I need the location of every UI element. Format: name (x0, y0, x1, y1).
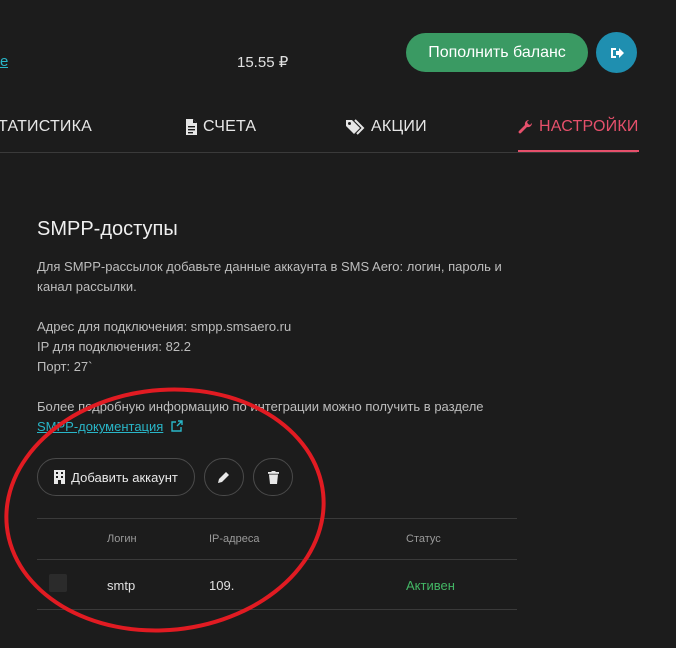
intro-text-line2: канал рассылки. (37, 279, 137, 294)
pencil-icon (218, 472, 229, 483)
table-divider-header (37, 559, 517, 560)
column-header-login: Логин (107, 533, 137, 545)
edit-account-button[interactable] (204, 458, 244, 496)
smpp-docs-link[interactable]: SMPP-документация (37, 419, 163, 434)
nav-tabs: ТАТИСТИКА СЧЕТА АКЦИИ НАСТРОЙКИ (0, 104, 676, 152)
connection-address: Адрес для подключения: smpp.smsaero.ru (37, 319, 292, 334)
row-checkbox[interactable] (49, 574, 67, 592)
tab-promotions-label: АКЦИИ (371, 118, 427, 135)
trash-icon (267, 470, 279, 484)
tab-invoices[interactable]: СЧЕТА (185, 104, 256, 150)
topup-balance-button[interactable]: Пополнить баланс (406, 33, 588, 72)
row-ip: 109. (209, 578, 235, 593)
table-divider-top (37, 518, 517, 519)
table-divider-bottom (37, 609, 517, 610)
tab-statistics[interactable]: ТАТИСТИКА (0, 104, 92, 150)
tab-settings[interactable]: НАСТРОЙКИ (518, 104, 639, 152)
logout-icon (610, 47, 624, 58)
more-info-text: Более подробную информацию по интеграции… (37, 399, 484, 414)
building-icon (54, 470, 66, 484)
external-link-icon (171, 420, 183, 432)
connection-port: Порт: 27` (37, 359, 93, 374)
tab-invoices-label: СЧЕТА (203, 118, 257, 135)
top-bar: e 15.55 ₽ Пополнить баланс (0, 0, 676, 104)
add-account-button[interactable]: Добавить аккаунт (37, 458, 195, 496)
tags-icon (346, 119, 365, 135)
page-title: SMPP-доступы (37, 218, 178, 240)
status-badge: Активен (406, 578, 455, 593)
wrench-icon (518, 119, 533, 134)
intro-text-line1: Для SMPP-рассылок добавьте данные аккаун… (37, 259, 502, 274)
connection-ip: IP для подключения: 82.2 (37, 339, 191, 354)
tab-statistics-label: ТАТИСТИКА (0, 118, 93, 135)
row-login: smtp (107, 578, 136, 593)
tab-promotions[interactable]: АКЦИИ (346, 104, 427, 150)
balance-value: 15.55 ₽ (237, 54, 289, 71)
column-header-ip: IP-адреса (209, 533, 260, 545)
logout-button[interactable] (596, 32, 637, 73)
smpp-section: SMPP-доступы Для SMPP-рассылок добавьте … (37, 210, 517, 437)
delete-account-button[interactable] (253, 458, 293, 496)
tabs-divider (0, 152, 637, 153)
account-link[interactable]: e (0, 53, 8, 70)
add-account-label: Добавить аккаунт (71, 469, 178, 485)
column-header-status: Статус (406, 533, 441, 545)
tab-settings-label: НАСТРОЙКИ (539, 118, 639, 135)
document-icon (186, 119, 197, 135)
